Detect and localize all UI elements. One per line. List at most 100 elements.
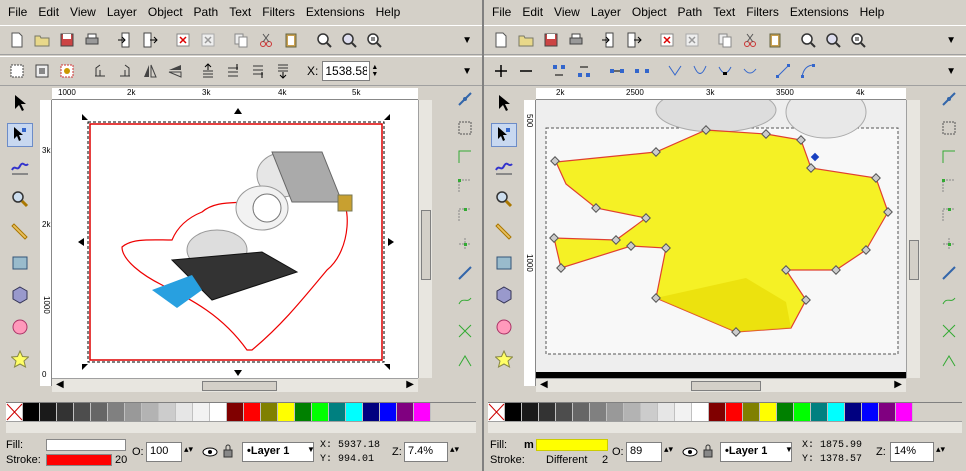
color-swatch[interactable] <box>641 403 658 421</box>
menu-file[interactable]: File <box>8 5 27 19</box>
snap-bbox-button[interactable] <box>938 118 960 138</box>
snap-bbox-edge-button[interactable] <box>454 147 476 167</box>
palette-scrollbar[interactable] <box>488 421 962 433</box>
zoom-drawing-button[interactable] <box>822 29 844 51</box>
menu-filters[interactable]: Filters <box>746 5 779 19</box>
color-swatch[interactable] <box>811 403 828 421</box>
snap-midpoint-button[interactable] <box>938 205 960 225</box>
color-swatch[interactable] <box>159 403 176 421</box>
menu-path[interactable]: Path <box>194 5 219 19</box>
segment-line-button[interactable] <box>772 60 794 82</box>
zoom-spin-icon[interactable]: ▴▾ <box>450 444 459 455</box>
color-swatch[interactable] <box>522 403 539 421</box>
color-swatch[interactable] <box>828 403 845 421</box>
color-swatch[interactable] <box>709 403 726 421</box>
opacity-spin-icon[interactable]: ▴▾ <box>184 444 193 455</box>
snap-cusp-button[interactable] <box>454 350 476 370</box>
color-swatch[interactable] <box>777 403 794 421</box>
node-tool[interactable] <box>491 123 517 147</box>
zoom-page-button[interactable] <box>363 29 385 51</box>
no-paint-swatch[interactable] <box>488 403 505 421</box>
opacity-spin-icon[interactable]: ▴▾ <box>664 444 673 455</box>
layer-dropdown-icon[interactable]: ▼ <box>785 445 793 454</box>
menu-extensions[interactable]: Extensions <box>790 5 849 19</box>
color-swatch[interactable] <box>295 403 312 421</box>
copy-button[interactable] <box>230 29 252 51</box>
segment-curve-button[interactable] <box>797 60 819 82</box>
color-swatch[interactable] <box>227 403 244 421</box>
stroke-swatch[interactable] <box>46 454 112 466</box>
raise-to-top-button[interactable] <box>197 60 219 82</box>
snap-cusp-button[interactable] <box>938 350 960 370</box>
current-layer-select[interactable]: •Layer 1 <box>242 442 314 462</box>
snap-bbox-corner-button[interactable] <box>454 176 476 196</box>
paste-button[interactable] <box>280 29 302 51</box>
eye-visibility-icon[interactable] <box>202 446 218 458</box>
measure-tool[interactable] <box>7 219 33 243</box>
rotate-cw-button[interactable] <box>114 60 136 82</box>
opacity-input[interactable]: 89 <box>626 442 662 462</box>
color-swatch[interactable] <box>91 403 108 421</box>
scroll-thumb[interactable] <box>421 210 431 280</box>
horizontal-scrollbar[interactable]: ◀ ▶ <box>536 378 906 392</box>
color-swatch[interactable] <box>879 403 896 421</box>
menu-path[interactable]: Path <box>678 5 703 19</box>
save-button[interactable] <box>540 29 562 51</box>
import-button[interactable] <box>598 29 620 51</box>
rectangle-tool[interactable] <box>7 251 33 275</box>
snap-nodes-button[interactable] <box>454 263 476 283</box>
menu-help[interactable]: Help <box>376 5 401 19</box>
menu-text[interactable]: Text <box>713 5 735 19</box>
delete-node-button[interactable] <box>515 60 537 82</box>
menu-view[interactable]: View <box>554 5 580 19</box>
save-button[interactable] <box>56 29 78 51</box>
color-swatch[interactable] <box>261 403 278 421</box>
snap-toggle-button[interactable] <box>454 89 476 109</box>
zoom-input[interactable]: 7.4% <box>404 442 448 462</box>
snap-path-button[interactable] <box>938 292 960 312</box>
print-button[interactable] <box>565 29 587 51</box>
zoom-spin-icon[interactable]: ▴▾ <box>936 444 945 455</box>
x-spin-icon[interactable]: ▲ ▼ <box>371 64 378 78</box>
menu-help[interactable]: Help <box>860 5 885 19</box>
snap-center-button[interactable] <box>454 234 476 254</box>
snap-bbox-corner-button[interactable] <box>938 176 960 196</box>
color-swatch[interactable] <box>624 403 641 421</box>
color-swatch[interactable] <box>346 403 363 421</box>
no-paint-swatch[interactable] <box>6 403 23 421</box>
new-document-button[interactable] <box>6 29 28 51</box>
color-swatch[interactable] <box>108 403 125 421</box>
lower-to-bottom-button[interactable] <box>272 60 294 82</box>
color-swatch[interactable] <box>658 403 675 421</box>
color-swatch[interactable] <box>278 403 295 421</box>
zoom-page-button[interactable] <box>847 29 869 51</box>
star-tool[interactable] <box>7 347 33 371</box>
undo-button[interactable] <box>172 29 194 51</box>
scroll-thumb[interactable] <box>202 381 277 391</box>
join-segment-button[interactable] <box>606 60 628 82</box>
color-swatch[interactable] <box>896 403 913 421</box>
color-swatch[interactable] <box>692 403 709 421</box>
color-swatch[interactable] <box>312 403 329 421</box>
break-path-button[interactable] <box>573 60 595 82</box>
color-swatch[interactable] <box>142 403 159 421</box>
toolbar-overflow-icon[interactable]: ▼ <box>946 35 956 46</box>
open-button[interactable] <box>515 29 537 51</box>
export-button[interactable] <box>139 29 161 51</box>
scroll-left-icon[interactable]: ◀ <box>540 379 548 390</box>
snap-bbox-button[interactable] <box>454 118 476 138</box>
box3d-tool[interactable] <box>491 283 517 307</box>
menu-layer[interactable]: Layer <box>591 5 621 19</box>
eye-visibility-icon[interactable] <box>682 446 698 458</box>
color-swatch[interactable] <box>539 403 556 421</box>
new-document-button[interactable] <box>490 29 512 51</box>
ellipse-tool[interactable] <box>491 315 517 339</box>
flip-horizontal-button[interactable] <box>139 60 161 82</box>
color-swatch[interactable] <box>845 403 862 421</box>
color-swatch[interactable] <box>125 403 142 421</box>
print-button[interactable] <box>81 29 103 51</box>
zoom-tool[interactable] <box>491 187 517 211</box>
open-button[interactable] <box>31 29 53 51</box>
color-swatch[interactable] <box>726 403 743 421</box>
auto-smooth-node-button[interactable] <box>739 60 761 82</box>
